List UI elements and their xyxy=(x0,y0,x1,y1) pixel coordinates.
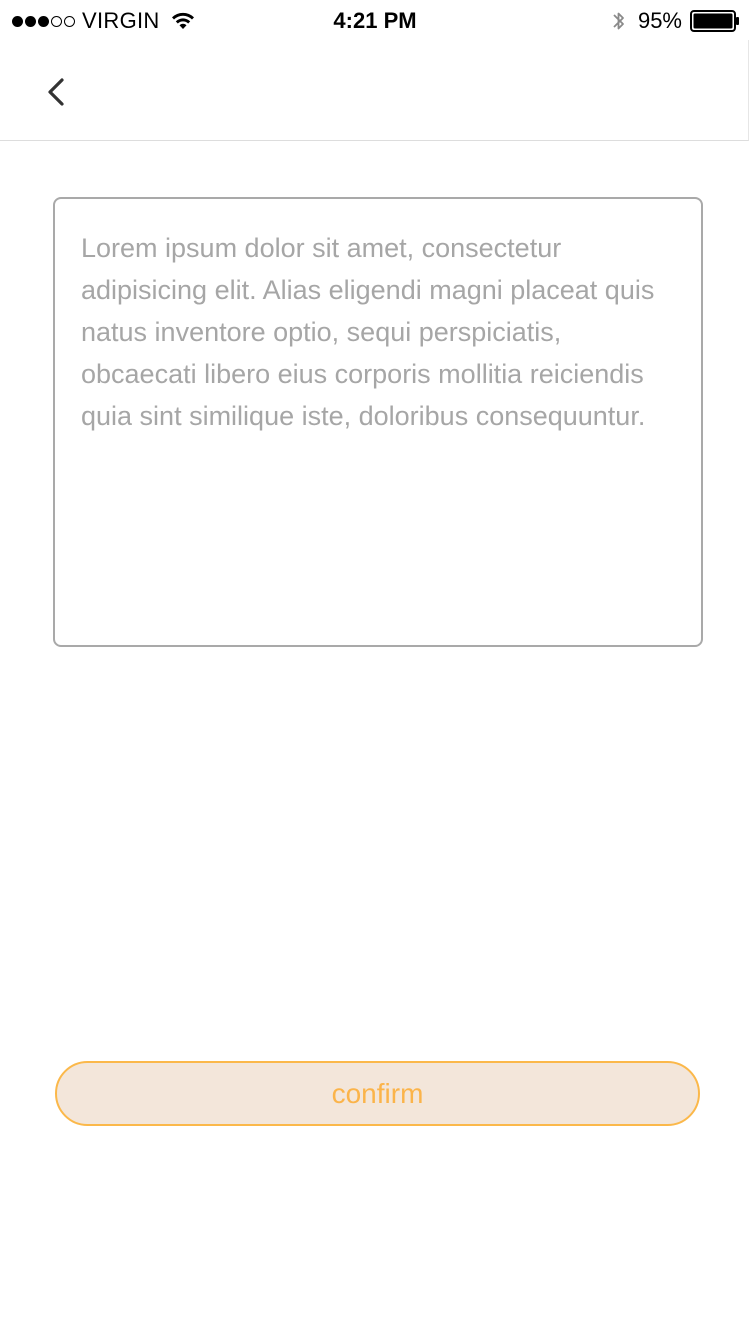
text-input-area[interactable]: Lorem ipsum dolor sit amet, consectetur … xyxy=(53,197,703,647)
text-input-content: Lorem ipsum dolor sit amet, consectetur … xyxy=(81,233,655,431)
battery-icon xyxy=(690,10,739,32)
bluetooth-icon xyxy=(613,12,624,30)
battery-percent: 95% xyxy=(637,8,682,33)
confirm-button[interactable]: confirm xyxy=(55,1061,700,1126)
chevron-left-icon xyxy=(48,78,64,106)
back-button[interactable] xyxy=(40,70,74,114)
status-bar: VIRGIN 4:21 PM 95% xyxy=(0,0,750,40)
navigation-bar xyxy=(0,40,749,141)
status-bar-right: 95% xyxy=(612,8,740,34)
confirm-button-label: confirm xyxy=(331,1077,424,1109)
